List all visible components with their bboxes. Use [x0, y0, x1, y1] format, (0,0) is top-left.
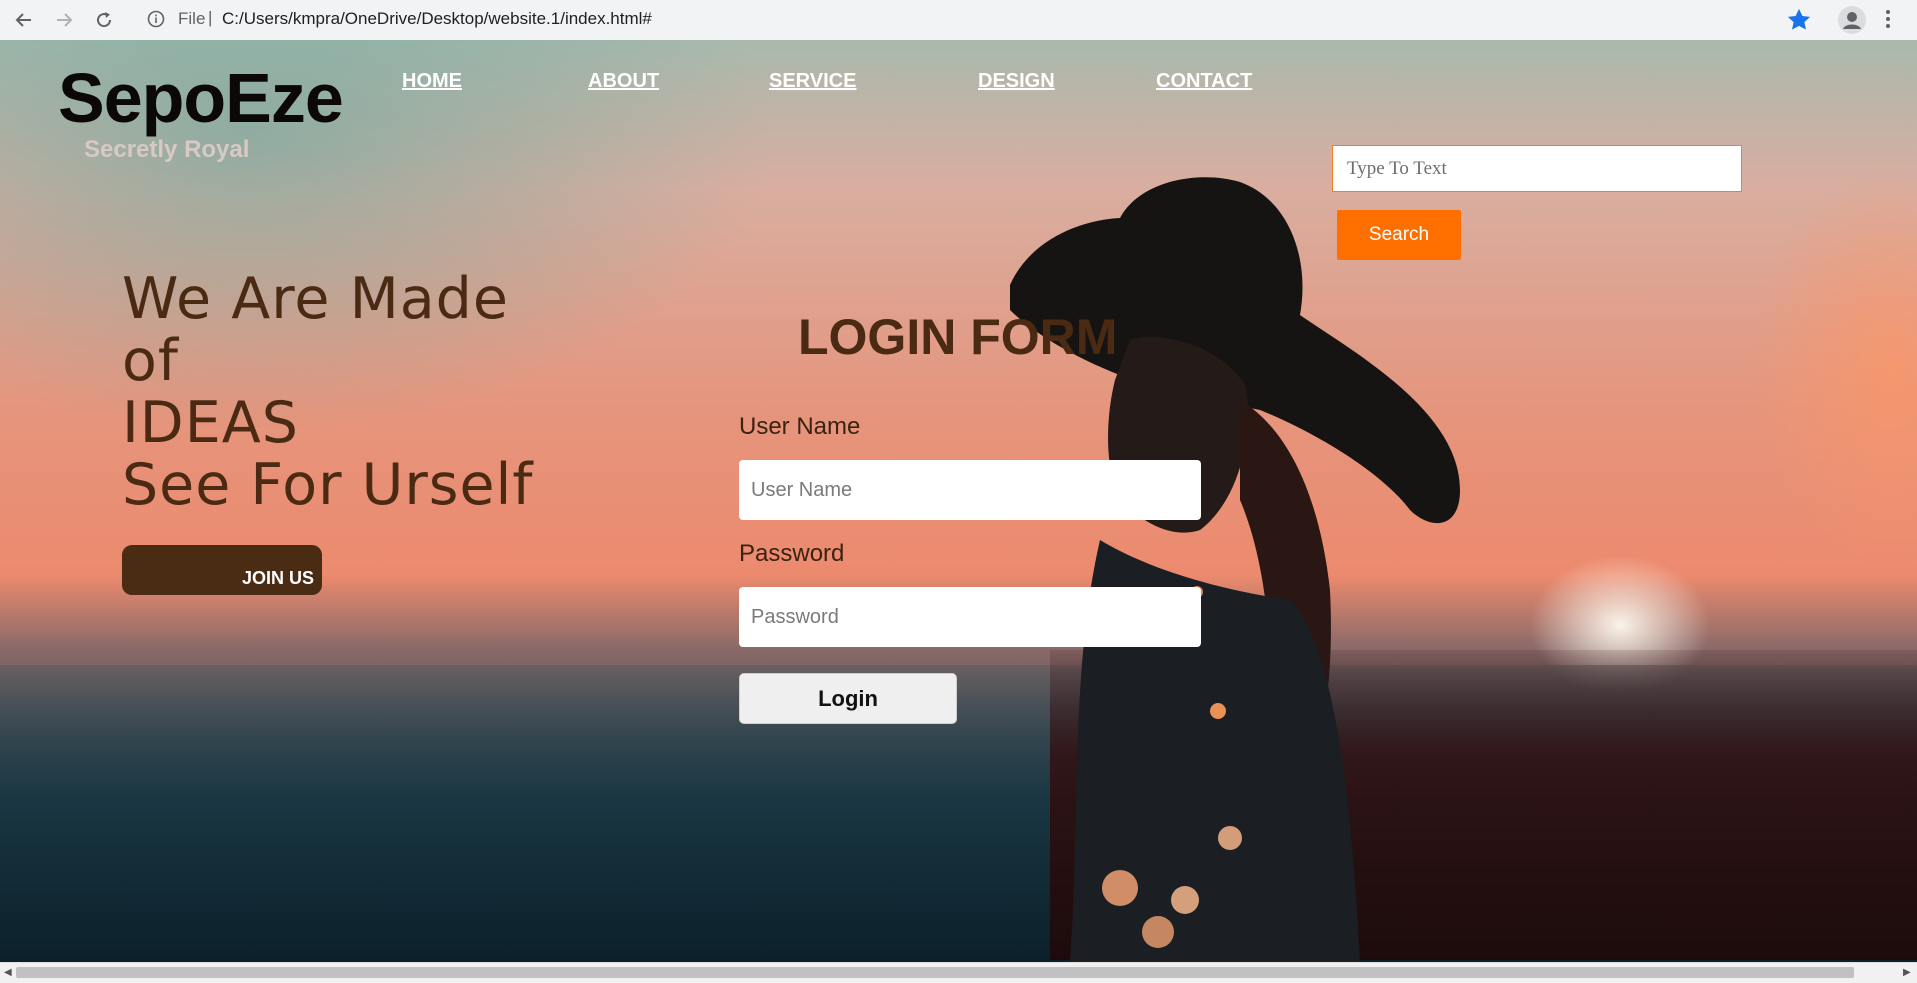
- url-text[interactable]: C:/Users/kmpra/OneDrive/Desktop/website.…: [222, 9, 652, 29]
- back-button[interactable]: [11, 7, 37, 33]
- nav-service-link[interactable]: SERVICE: [769, 70, 856, 93]
- info-icon[interactable]: [146, 9, 166, 29]
- horizontal-scrollbar[interactable]: ◀ ▶: [0, 962, 1917, 983]
- username-label: User Name: [739, 413, 861, 440]
- site-tagline: Secretly Royal: [84, 136, 250, 163]
- hero-line-2: of: [122, 328, 179, 394]
- back-arrow-icon: [15, 13, 31, 27]
- forward-button[interactable]: [51, 7, 77, 33]
- background-person-silhouette: [1010, 177, 1460, 962]
- scrollbar-thumb[interactable]: [16, 967, 1854, 978]
- bookmark-star-icon[interactable]: [1785, 6, 1813, 34]
- login-button[interactable]: Login: [739, 673, 957, 724]
- kebab-menu-icon[interactable]: [1882, 7, 1894, 31]
- hero-heading: We Are Made of IDEAS See For Urself: [122, 268, 542, 516]
- hero-line-3: IDEAS: [122, 390, 299, 456]
- profile-icon[interactable]: [1836, 4, 1868, 36]
- login-form-title: LOGIN FORM: [798, 309, 1118, 365]
- hero-line-1: We Are Made: [122, 266, 509, 332]
- password-field[interactable]: [739, 587, 1201, 647]
- page-viewport: SepoEze Secretly Royal HOME ABOUT SERVIC…: [0, 40, 1917, 962]
- scroll-right-icon[interactable]: ▶: [1903, 967, 1911, 978]
- username-field[interactable]: [739, 460, 1201, 520]
- scroll-left-icon[interactable]: ◀: [4, 967, 12, 978]
- search-input[interactable]: [1332, 145, 1742, 192]
- site-logo: SepoEze: [58, 59, 344, 137]
- search-button[interactable]: Search: [1337, 210, 1461, 260]
- browser-toolbar: File | C:/Users/kmpra/OneDrive/Desktop/w…: [0, 0, 1917, 41]
- nav-home-link[interactable]: HOME: [402, 70, 462, 93]
- reload-icon: [97, 12, 112, 28]
- url-scheme-label: File: [178, 9, 206, 28]
- url-separator: |: [208, 8, 213, 27]
- hero-line-4: See For Urself: [122, 452, 534, 518]
- nav-design-link[interactable]: DESIGN: [978, 70, 1055, 93]
- forward-arrow-icon: [57, 13, 73, 27]
- password-label: Password: [739, 540, 845, 567]
- nav-about-link[interactable]: ABOUT: [588, 70, 659, 93]
- nav-contact-link[interactable]: CONTACT: [1156, 70, 1252, 93]
- reload-button[interactable]: [91, 7, 117, 33]
- join-us-button[interactable]: JOIN US: [122, 545, 322, 595]
